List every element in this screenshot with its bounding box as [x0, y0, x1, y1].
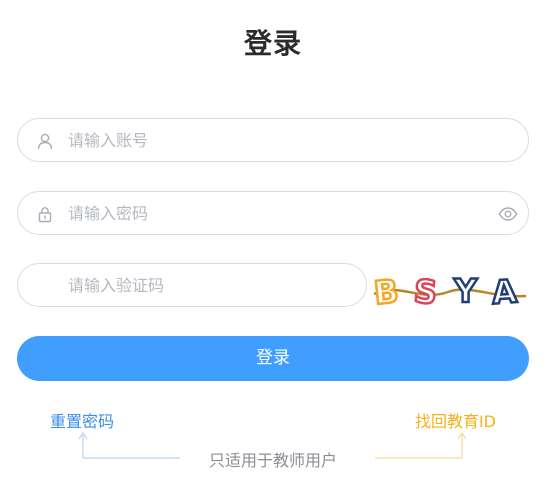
- login-button[interactable]: 登录: [17, 336, 529, 381]
- user-icon: [37, 133, 53, 150]
- svg-text:B: B: [372, 272, 400, 312]
- svg-text:Y: Y: [453, 272, 478, 310]
- eye-icon[interactable]: [498, 204, 518, 224]
- account-field[interactable]: [17, 118, 529, 162]
- reset-password-link[interactable]: 重置密码: [50, 408, 114, 432]
- lock-icon: [38, 207, 52, 223]
- svg-text:A: A: [491, 272, 519, 312]
- captcha-field[interactable]: [17, 263, 367, 307]
- find-education-id-link[interactable]: 找回教育ID: [415, 408, 496, 432]
- svg-text:S: S: [412, 272, 438, 312]
- password-field[interactable]: [17, 191, 529, 235]
- page-title: 登录: [243, 27, 302, 60]
- teacher-only-hint: 只适用于教师用户: [208, 451, 337, 470]
- login-page: 登录 B S Y A 登录 重: [0, 0, 546, 480]
- captcha-input[interactable]: [68, 264, 348, 306]
- password-input[interactable]: [68, 192, 468, 234]
- account-input[interactable]: [68, 119, 468, 161]
- captcha-image[interactable]: B S Y A: [370, 262, 530, 312]
